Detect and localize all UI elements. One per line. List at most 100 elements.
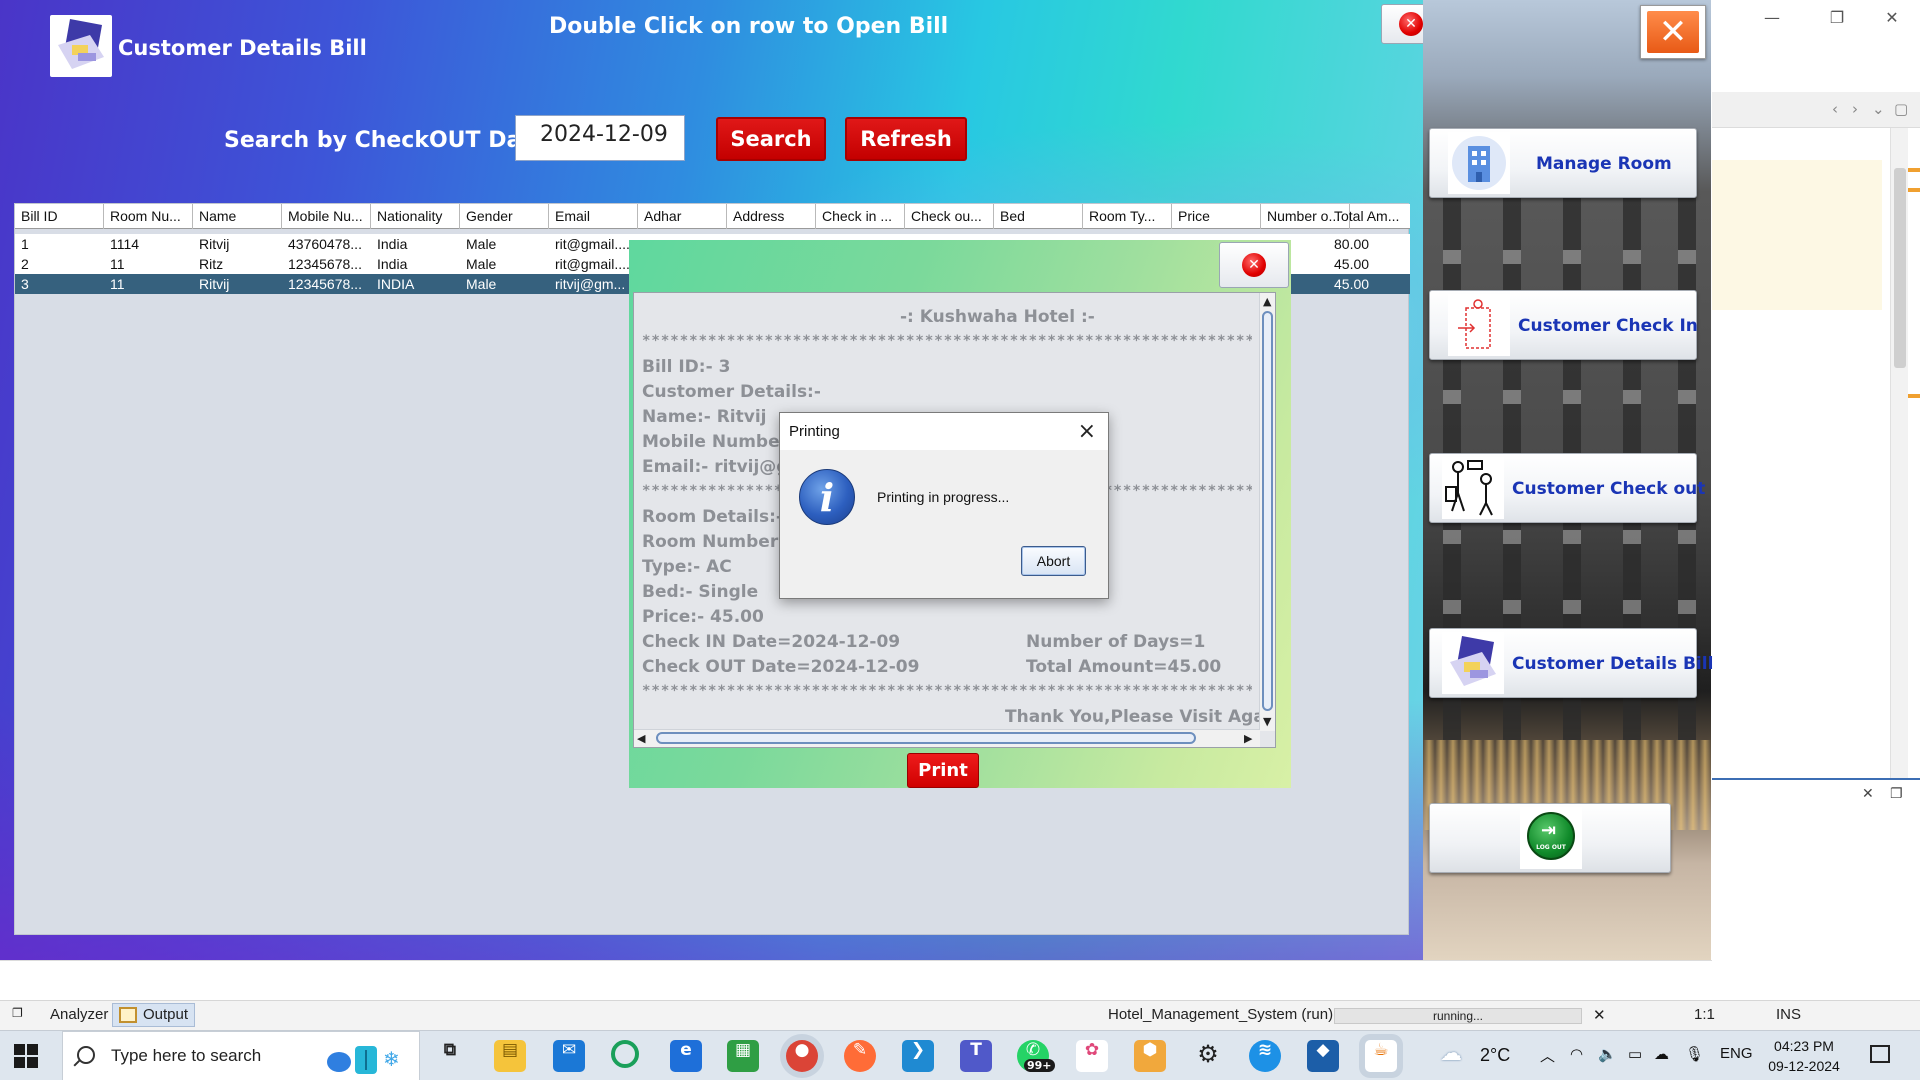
output-tab[interactable]: Output: [112, 1003, 196, 1027]
postman-icon[interactable]: ✎: [844, 1040, 876, 1072]
vscode-icon[interactable]: ❯: [902, 1040, 934, 1072]
chevron-up-icon[interactable]: ︿: [1540, 1045, 1555, 1066]
taskbar: Type here to search ❄ ⧉ ▤ ✉ e ▦ ● ✎ ❯ T …: [0, 1030, 1920, 1080]
weather-temperature[interactable]: 2°C: [1480, 1045, 1510, 1066]
column-header[interactable]: Check ou...: [905, 204, 994, 229]
taskbar-search[interactable]: Type here to search ❄: [62, 1031, 420, 1080]
scroll-thumb[interactable]: [1894, 168, 1906, 368]
close-icon[interactable]: ✕: [1862, 786, 1874, 802]
error-marker[interactable]: [1908, 168, 1920, 172]
column-header[interactable]: Total Am...: [1328, 204, 1410, 229]
column-header[interactable]: Mobile Nu...: [282, 204, 371, 229]
customer-details-bill-button[interactable]: Customer Details Bill: [1429, 628, 1713, 698]
building-icon: [1448, 132, 1510, 194]
table-cell: rit@gmail....: [555, 256, 630, 272]
column-header[interactable]: Room Ty...: [1083, 204, 1172, 229]
bill-icon: [1442, 632, 1504, 694]
column-header[interactable]: Price: [1172, 204, 1261, 229]
minimize-icon[interactable]: —: [1752, 4, 1792, 32]
column-header[interactable]: Check in ...: [816, 204, 905, 229]
printing-dialog: Printing × i Printing in progress... Abo…: [779, 412, 1109, 599]
ide-editor-toolbar: ‹ › ⌄ ▢: [1712, 92, 1920, 128]
wifi-icon[interactable]: ◠: [1570, 1045, 1583, 1063]
column-header[interactable]: Gender: [460, 204, 549, 229]
close-icon[interactable]: ×: [1078, 419, 1096, 444]
column-header[interactable]: Name: [193, 204, 282, 229]
edge-icon[interactable]: e: [670, 1040, 702, 1072]
customer-check-out-button[interactable]: Customer Check out: [1429, 453, 1705, 523]
refresh-button[interactable]: Refresh: [845, 117, 967, 161]
editor-scrollbar[interactable]: [1890, 128, 1908, 778]
manage-room-button[interactable]: Manage Room: [1429, 128, 1697, 198]
docker-icon[interactable]: ≋: [1249, 1040, 1281, 1072]
maximize-icon[interactable]: ▢: [1894, 100, 1908, 118]
table-cell: 45.00: [1334, 256, 1370, 272]
file-explorer-icon[interactable]: ▤: [494, 1040, 526, 1072]
netbeans-icon[interactable]: ◆: [1307, 1040, 1339, 1072]
horizontal-scrollbar[interactable]: ◀ ▶: [634, 729, 1260, 747]
column-header[interactable]: Bed: [994, 204, 1083, 229]
onedrive-icon[interactable]: ☁: [1654, 1045, 1669, 1063]
error-marker[interactable]: [1908, 188, 1920, 192]
abort-button[interactable]: Abort: [1021, 546, 1086, 576]
box-icon[interactable]: ⬢: [1134, 1040, 1166, 1072]
checkout-date-field[interactable]: 2024-12-09: [515, 115, 685, 161]
scroll-thumb[interactable]: [1262, 311, 1273, 711]
volume-icon[interactable]: 🔈: [1598, 1045, 1617, 1063]
column-header[interactable]: Address: [727, 204, 816, 229]
column-header[interactable]: Nationality: [371, 204, 460, 229]
scroll-up-icon[interactable]: ▲: [1263, 295, 1271, 308]
notification-icon[interactable]: [1870, 1045, 1890, 1063]
column-header[interactable]: Room Nu...: [104, 204, 193, 229]
search-button[interactable]: Search: [716, 117, 826, 161]
settings-icon[interactable]: ⚙: [1192, 1040, 1224, 1072]
task-view-icon[interactable]: ⧉: [434, 1040, 466, 1072]
paint-icon[interactable]: ✿: [1076, 1040, 1108, 1072]
scroll-left-icon[interactable]: ◀: [637, 732, 645, 745]
warning-marker[interactable]: [1908, 394, 1920, 398]
microphone-icon[interactable]: 🎙: [1685, 1045, 1704, 1063]
column-header[interactable]: Adhar: [638, 204, 727, 229]
check-out-icon: [1442, 457, 1504, 519]
sheets-icon[interactable]: ▦: [727, 1040, 759, 1072]
battery-icon[interactable]: ▭: [1628, 1045, 1642, 1063]
menu-label: Customer Check In: [1518, 316, 1698, 336]
language-indicator[interactable]: ENG: [1720, 1045, 1753, 1062]
current-line-highlight: [1712, 160, 1882, 310]
scroll-right-icon[interactable]: ▶: [1244, 732, 1252, 745]
chevron-down-icon[interactable]: ⌄: [1872, 100, 1885, 118]
table-cell: 11: [110, 256, 125, 272]
mail-icon[interactable]: ✉: [553, 1040, 585, 1072]
windows-start-icon[interactable]: [14, 1044, 38, 1068]
vertical-scrollbar[interactable]: ▲ ▼: [1259, 293, 1275, 731]
weather-icon[interactable]: ☁: [1440, 1040, 1462, 1066]
restore-icon[interactable]: ❐: [1890, 786, 1903, 802]
scroll-thumb[interactable]: [656, 732, 1196, 744]
app-ring-icon[interactable]: [611, 1040, 639, 1068]
customer-check-in-button[interactable]: Customer Check In: [1429, 290, 1698, 360]
chevron-right-icon[interactable]: ›: [1852, 100, 1858, 118]
window-close-icon[interactable]: ✕: [1872, 4, 1912, 32]
search-icon: [77, 1046, 95, 1064]
app-close-button[interactable]: ✕: [1640, 5, 1706, 59]
restore-icon[interactable]: ❐: [1817, 4, 1857, 32]
logout-button[interactable]: ⇥ LOG OUT: [1429, 803, 1671, 873]
table-cell: 1114: [110, 236, 140, 252]
ide-editor[interactable]: [1712, 128, 1920, 778]
print-button[interactable]: Print: [907, 753, 979, 788]
chrome-icon[interactable]: ●: [786, 1040, 818, 1072]
bill-close-button[interactable]: ✕: [1219, 242, 1289, 288]
table-cell: 1: [21, 236, 29, 252]
close-button[interactable]: ✕: [1381, 4, 1423, 44]
column-header[interactable]: Email: [549, 204, 638, 229]
panel-icon[interactable]: ❐: [12, 1006, 23, 1020]
scroll-down-icon[interactable]: ▼: [1263, 715, 1271, 728]
java-icon[interactable]: ☕: [1365, 1040, 1397, 1072]
dialog-message: Printing in progress...: [877, 489, 1010, 505]
chevron-left-icon[interactable]: ‹: [1832, 100, 1838, 118]
teams-icon[interactable]: T: [960, 1040, 992, 1072]
stop-run-icon[interactable]: ✕: [1593, 1006, 1606, 1024]
clock[interactable]: 04:23 PM 09-12-2024: [1764, 1036, 1844, 1076]
column-header[interactable]: Bill ID: [15, 204, 104, 229]
analyzer-tab[interactable]: Analyzer: [50, 1006, 108, 1023]
